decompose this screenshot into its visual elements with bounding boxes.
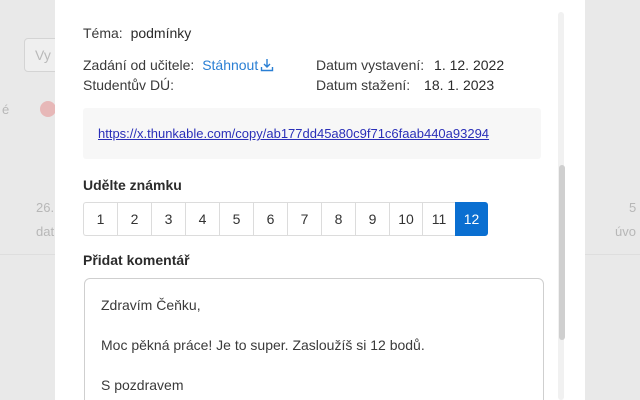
grade-button-9[interactable]: 9	[355, 202, 389, 236]
grade-button-4[interactable]: 4	[185, 202, 219, 236]
background-text: 26.	[36, 200, 55, 215]
downloaded-date-value: 18. 1. 2023	[424, 77, 495, 93]
grade-button-1[interactable]: 1	[83, 202, 117, 236]
topic-row: Téma: podmínky	[83, 25, 191, 41]
issued-date-value: 1. 12. 2022	[434, 57, 505, 73]
grade-heading: Udělte známku	[83, 177, 182, 193]
grade-button-5[interactable]: 5	[219, 202, 253, 236]
grade-button-11[interactable]: 11	[422, 202, 455, 236]
student-hw-row: Studentův DÚ:	[83, 77, 174, 93]
background-text: 5	[629, 200, 637, 215]
issued-date-label: Datum vystavení:	[316, 57, 425, 73]
grade-button-8[interactable]: 8	[321, 202, 355, 236]
comment-line: Zdravím Čeňku,	[101, 297, 201, 313]
download-link[interactable]: Stáhnout	[202, 57, 274, 73]
grade-button-3[interactable]: 3	[151, 202, 185, 236]
comment-line: S pozdravem	[101, 377, 184, 393]
download-link-label: Stáhnout	[202, 57, 259, 73]
scrollbar-thumb[interactable]	[559, 165, 565, 340]
background-text: é	[2, 102, 10, 117]
student-hw-label: Studentův DÚ:	[83, 77, 175, 93]
grade-button-2[interactable]: 2	[117, 202, 151, 236]
topic-label: Téma:	[83, 25, 123, 41]
background-text: dat	[36, 224, 55, 239]
downloaded-date-label: Datum stažení:	[316, 77, 411, 93]
grade-button-6[interactable]: 6	[253, 202, 287, 236]
issued-date-row: Datum vystavení: 1. 12. 2022	[316, 57, 504, 73]
comment-heading: Přidat komentář	[83, 252, 190, 268]
topic-value: podmínky	[130, 25, 192, 41]
background-status-dot	[40, 101, 56, 117]
homework-url-link[interactable]: https://x.thunkable.com/copy/ab177dd45a8…	[98, 126, 489, 141]
grade-button-10[interactable]: 10	[389, 202, 422, 236]
assignment-row: Zadání od učitele: Stáhnout	[83, 57, 274, 75]
grade-button-7[interactable]: 7	[287, 202, 321, 236]
download-icon	[260, 58, 274, 75]
background-text: úvo	[615, 224, 636, 239]
assignment-label: Zadání od učitele:	[83, 57, 195, 73]
comment-line: Moc pěkná práce! Je to super. Zasloužíš …	[101, 337, 425, 353]
grade-button-12[interactable]: 12	[455, 202, 488, 236]
grade-selector: 1 2 3 4 5 6 7 8 9 10 11 12	[83, 202, 488, 236]
downloaded-date-row: Datum stažení: 18. 1. 2023	[316, 77, 494, 93]
